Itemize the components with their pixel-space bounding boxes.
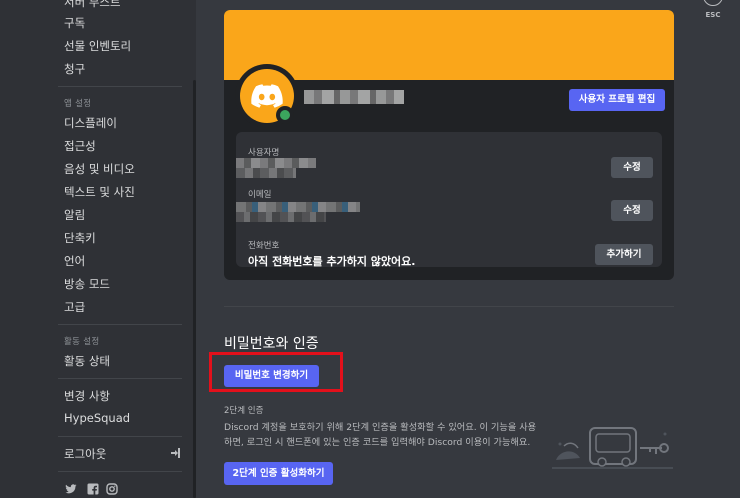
settings-sidebar: 서버 부스트 구독 선물 인벤토리 청구 앱 설정 디스플레이 접근성 음성 및… — [0, 0, 196, 498]
sidebar-item-activity-status[interactable]: 활동 상태 — [64, 353, 110, 369]
sidebar-divider — [58, 324, 182, 325]
close-icon[interactable] — [703, 0, 723, 6]
account-card: 사용자 프로필 편집 사용자명 수정 이메일 수정 전화번호 아직 전화번호를 … — [224, 10, 674, 280]
sidebar-header-app-settings: 앱 설정 — [64, 99, 92, 109]
instagram-icon[interactable] — [106, 483, 118, 495]
email-label: 이메일 — [248, 190, 272, 200]
sidebar-item-logout[interactable]: 로그아웃 — [64, 446, 106, 462]
username-label: 사용자명 — [248, 148, 280, 158]
sidebar-divider — [58, 436, 182, 437]
enable-two-factor-button[interactable]: 2단계 인증 활성화하기 — [224, 462, 333, 485]
sidebar-item-billing[interactable]: 청구 — [64, 61, 85, 77]
sidebar-item-hypesquad[interactable]: HypeSquad — [64, 411, 130, 425]
account-info-box: 사용자명 수정 이메일 수정 전화번호 아직 전화번호를 추가하지 않았어요. … — [236, 132, 662, 268]
sidebar-divider — [58, 86, 182, 87]
sidebar-item-keybinds[interactable]: 단축키 — [64, 230, 96, 246]
sidebar-item-subscriptions[interactable]: 구독 — [64, 15, 85, 31]
two-factor-description: Discord 계정을 보호하기 위해 2단계 인증을 활성화할 수 있어요. … — [224, 422, 537, 448]
discord-logo-icon — [251, 84, 283, 108]
sidebar-item-advanced[interactable]: 고급 — [64, 299, 85, 315]
sidebar-item-streamer-mode[interactable]: 방송 모드 — [64, 276, 110, 292]
sidebar-item-language[interactable]: 언어 — [64, 253, 85, 269]
sidebar-divider — [58, 471, 182, 472]
blurred-email-value — [236, 202, 360, 212]
sidebar-header-activity-settings: 활동 설정 — [64, 337, 100, 347]
security-illustration-icon — [552, 427, 673, 469]
phone-label: 전화번호 — [248, 241, 280, 251]
sidebar-item-voice-video[interactable]: 음성 및 비디오 — [64, 161, 135, 177]
change-password-button[interactable]: 비밀번호 변경하기 — [224, 365, 319, 387]
add-phone-button[interactable]: 추가하기 — [595, 244, 653, 265]
sidebar-item-text-images[interactable]: 텍스트 및 사진 — [64, 184, 135, 200]
twitter-icon[interactable] — [65, 483, 77, 495]
password-auth-title: 비밀번호와 인증 — [224, 336, 319, 352]
close-button[interactable]: ESC — [700, 0, 726, 24]
blurred-username-value — [236, 168, 296, 178]
sidebar-item-accessibility[interactable]: 접근성 — [64, 138, 96, 154]
sidebar-item-notifications[interactable]: 알림 — [64, 207, 85, 223]
sidebar-divider — [58, 378, 182, 379]
blurred-username-value — [236, 158, 316, 168]
profile-banner — [224, 10, 674, 80]
edit-username-button[interactable]: 수정 — [611, 157, 653, 178]
logout-icon[interactable] — [170, 447, 182, 459]
facebook-icon[interactable] — [87, 483, 99, 495]
edit-profile-button[interactable]: 사용자 프로필 편집 — [569, 89, 665, 111]
edit-email-button[interactable]: 수정 — [611, 200, 653, 221]
phone-value: 아직 전화번호를 추가하지 않았어요. — [248, 255, 416, 268]
blurred-username — [304, 90, 404, 104]
sidebar-item-change-log[interactable]: 변경 사항 — [64, 388, 110, 404]
two-factor-header: 2단계 인증 — [224, 406, 264, 416]
sidebar-item-display[interactable]: 디스플레이 — [64, 115, 117, 131]
sidebar-item-server-boost[interactable]: 서버 부스트 — [64, 0, 121, 10]
section-divider — [224, 306, 674, 307]
esc-label: ESC — [705, 11, 721, 19]
sidebar-item-gift-inventory[interactable]: 선물 인벤토리 — [64, 38, 131, 54]
sidebar-scrollbar[interactable] — [193, 80, 196, 498]
online-status-indicator — [280, 110, 290, 120]
blurred-email-value — [236, 212, 326, 222]
